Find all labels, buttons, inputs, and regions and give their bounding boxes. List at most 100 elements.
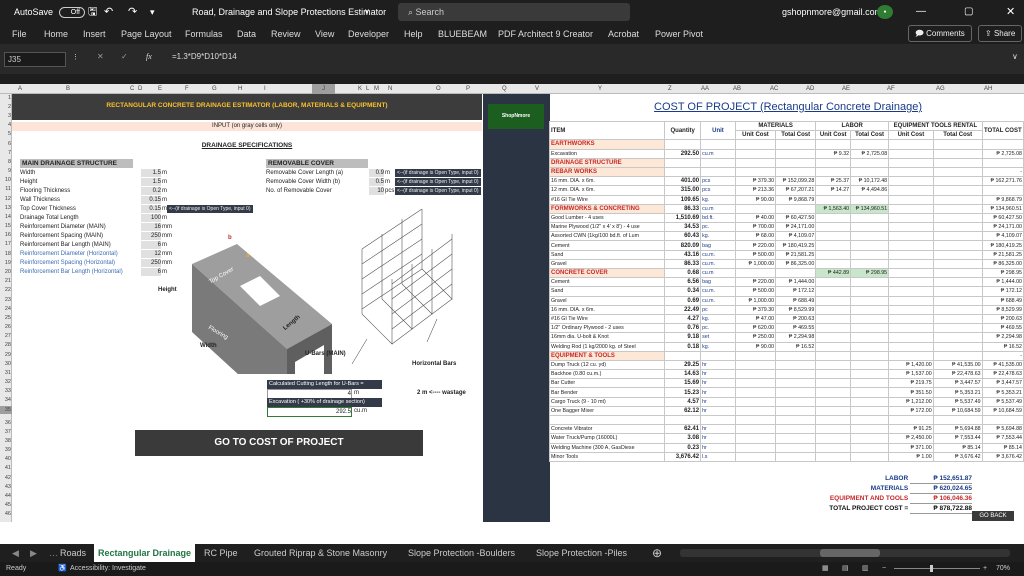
spec-input[interactable]: 250 xyxy=(141,259,161,267)
item-cell[interactable]: Assorted CWN (1kg/100 bd.ft. of Lum xyxy=(548,231,666,242)
customize-toolbar-icon[interactable]: ▾ xyxy=(150,0,155,24)
unit-cell[interactable]: set xyxy=(700,332,736,343)
mat-total-cell[interactable]: ₱ 180,419.25 xyxy=(775,240,817,251)
col-header[interactable]: B xyxy=(66,84,70,94)
mat-unit-cell[interactable] xyxy=(734,405,777,417)
fx-icon[interactable]: fx xyxy=(146,52,152,61)
unit-cell[interactable]: cu.m. xyxy=(700,249,736,260)
unit-cell[interactable]: cu.m. xyxy=(700,295,736,306)
item-cell[interactable]: Excavation xyxy=(548,148,666,159)
labor-total-cell[interactable] xyxy=(850,231,890,242)
labor-unit-cell[interactable] xyxy=(815,258,852,270)
labor-unit-cell[interactable] xyxy=(815,405,852,417)
item-cell[interactable]: Cement xyxy=(548,277,666,288)
total-cell[interactable]: ₱ 7,553.44 xyxy=(981,433,1024,444)
unit-cell[interactable]: hr xyxy=(700,378,736,389)
unit-cell[interactable] xyxy=(700,157,736,168)
labor-total-cell[interactable] xyxy=(850,350,890,361)
enter-icon[interactable]: ✓ xyxy=(121,52,128,61)
tab-help[interactable]: Help xyxy=(404,24,423,44)
spec-input[interactable]: 0.2 xyxy=(141,187,161,195)
mat-unit-cell[interactable]: ₱ 213.36 xyxy=(734,185,777,196)
qty-cell[interactable]: 29.25 xyxy=(664,359,702,371)
total-cell[interactable]: ₱ 134,960.51 xyxy=(981,203,1024,214)
labor-total-cell[interactable] xyxy=(850,396,890,407)
unit-cell[interactable]: cu.m. xyxy=(700,258,736,270)
mat-unit-cell[interactable]: ₱ 1,000.00 xyxy=(734,295,777,306)
mat-unit-cell[interactable]: ₱ 1,000.00 xyxy=(734,258,777,270)
total-cell[interactable]: ₱ 10,684.59 xyxy=(981,405,1024,417)
labor-unit-cell[interactable] xyxy=(815,295,852,306)
zoom-in-icon[interactable]: + xyxy=(983,562,987,576)
maximize-icon[interactable]: ▢ xyxy=(964,0,973,24)
search-box[interactable]: ⌕ Search xyxy=(398,3,630,21)
qty-cell[interactable]: 315.00 xyxy=(664,185,702,196)
mat-total-cell[interactable]: ₱ 86,325.00 xyxy=(775,258,817,270)
labor-total-cell[interactable] xyxy=(850,194,890,205)
qty-cell[interactable]: 109.65 xyxy=(664,194,702,205)
avatar[interactable]: ● xyxy=(877,5,893,19)
qty-cell[interactable]: 0.34 xyxy=(664,286,702,297)
labor-total-cell[interactable] xyxy=(850,359,890,371)
total-cell[interactable]: ₱ 22,478.63 xyxy=(981,369,1024,380)
equip-unit-cell[interactable]: ₱ 351.50 xyxy=(888,387,934,398)
unit-cell[interactable] xyxy=(700,350,736,361)
item-cell[interactable]: Concrete Vibrator xyxy=(548,424,666,435)
qty-cell[interactable]: 3,676.42 xyxy=(664,451,702,462)
equip-total-cell[interactable] xyxy=(932,350,983,361)
mat-total-cell[interactable]: ₱ 4,109.07 xyxy=(775,231,817,242)
qty-cell[interactable]: 0.18 xyxy=(664,341,702,352)
item-cell[interactable]: 16 mm. DIA. x 6m. xyxy=(548,304,666,315)
mat-total-cell[interactable] xyxy=(775,396,817,407)
total-cell[interactable]: ₱ 5,353.21 xyxy=(981,387,1024,398)
item-cell[interactable]: FORMWORKS & CONCRETING xyxy=(548,203,666,214)
mat-total-cell[interactable] xyxy=(775,139,817,150)
equip-unit-cell[interactable]: ₱ 1.00 xyxy=(888,451,934,462)
equip-unit-cell[interactable] xyxy=(888,304,934,315)
sheet-tab-rc-pipe[interactable]: RC Pipe xyxy=(204,544,238,562)
spec-input[interactable]: 1.5 xyxy=(141,178,161,186)
equip-unit-cell[interactable] xyxy=(888,194,934,205)
mat-unit-cell[interactable]: ₱ 47.00 xyxy=(734,313,777,325)
labor-unit-cell[interactable] xyxy=(815,222,852,233)
unit-cell[interactable]: kg. xyxy=(700,231,736,242)
col-header[interactable]: AB xyxy=(733,84,741,94)
equip-total-cell[interactable]: ₱ 5,537.49 xyxy=(932,396,983,407)
labor-unit-cell[interactable] xyxy=(815,231,852,242)
qty-cell[interactable]: 0.69 xyxy=(664,295,702,306)
total-cell[interactable] xyxy=(981,139,1024,150)
col-header[interactable]: G xyxy=(212,84,217,94)
more-icon[interactable]: ⋮ xyxy=(72,53,79,61)
unit-cell[interactable]: hr xyxy=(700,405,736,417)
mat-unit-cell[interactable]: ₱ 379.30 xyxy=(734,304,777,315)
sheet-tab-grouted-riprap[interactable]: Grouted Riprap & Stone Masonry xyxy=(254,544,387,562)
mat-total-cell[interactable]: ₱ 21,581.25 xyxy=(775,249,817,260)
item-cell[interactable]: #16 GI Tie Wire xyxy=(548,194,666,205)
tab-insert[interactable]: Insert xyxy=(83,24,106,44)
labor-unit-cell[interactable] xyxy=(815,157,852,168)
qty-cell[interactable] xyxy=(664,157,702,168)
equip-total-cell[interactable]: ₱ 5,694.88 xyxy=(932,424,983,435)
equip-total-cell[interactable] xyxy=(932,194,983,205)
qty-cell[interactable]: 292.50 xyxy=(664,148,702,159)
labor-unit-cell[interactable] xyxy=(815,451,852,462)
tab-data[interactable]: Data xyxy=(237,24,256,44)
mat-unit-cell[interactable] xyxy=(734,378,777,389)
mat-total-cell[interactable]: ₱ 1,444.00 xyxy=(775,277,817,288)
labor-total-cell[interactable] xyxy=(850,332,890,343)
equip-unit-cell[interactable]: ₱ 371.00 xyxy=(888,442,934,453)
equip-total-cell[interactable] xyxy=(932,277,983,288)
equip-unit-cell[interactable] xyxy=(888,185,934,196)
col-header[interactable]: K xyxy=(358,84,362,94)
spec-input[interactable]: 16 xyxy=(141,223,161,231)
labor-total-cell[interactable] xyxy=(850,341,890,352)
horizontal-scrollbar[interactable] xyxy=(680,549,1010,557)
close-icon[interactable]: ✕ xyxy=(1006,0,1015,24)
labor-unit-cell[interactable] xyxy=(815,313,852,325)
equip-total-cell[interactable]: ₱ 5,353.21 xyxy=(932,387,983,398)
qty-cell[interactable]: 0.76 xyxy=(664,323,702,334)
mat-unit-cell[interactable]: ₱ 620.00 xyxy=(734,323,777,334)
labor-unit-cell[interactable] xyxy=(815,359,852,371)
spec-input[interactable]: 250 xyxy=(141,232,161,240)
col-header[interactable]: I xyxy=(264,84,266,94)
